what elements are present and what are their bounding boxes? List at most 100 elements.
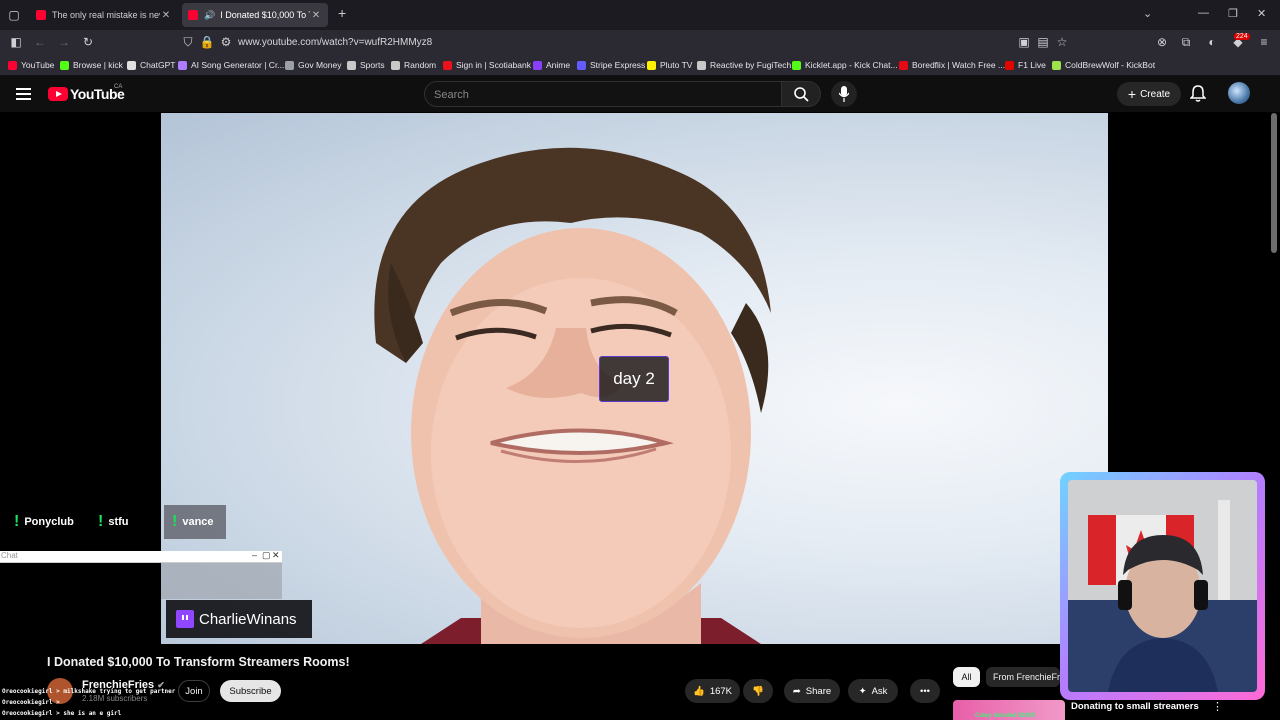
search-button[interactable]	[781, 81, 821, 107]
browser-tab-2[interactable]: 🔊 I Donated $10,000 To Transf ✕	[182, 3, 328, 27]
bookmark-item[interactable]: Gov Money	[285, 60, 341, 70]
hamburger-menu-icon[interactable]	[16, 87, 32, 101]
tab-title: I Donated $10,000 To Transf	[220, 10, 310, 20]
exclamation-icon: !	[98, 513, 104, 530]
permissions-icon[interactable]: ⚙	[218, 35, 234, 49]
account-avatar[interactable]	[1228, 82, 1250, 104]
bookmark-label: Sports	[360, 60, 385, 70]
tab-list-icon[interactable]: ▢	[6, 8, 22, 22]
minimize-icon[interactable]: –	[252, 550, 257, 560]
voice-search-button[interactable]	[831, 81, 857, 107]
new-tab-icon[interactable]: +	[338, 5, 346, 21]
filter-chip-from-channel[interactable]: From FrenchieFr	[986, 667, 1060, 687]
picture-in-picture-icon[interactable]: ▣	[1016, 35, 1032, 49]
back-icon[interactable]: ←	[32, 35, 48, 49]
menu-icon[interactable]: ≡	[1256, 35, 1272, 49]
chevron-down-icon[interactable]: ⌄	[1143, 7, 1152, 20]
browser-tab-1[interactable]: The only real mistake is never st ✕	[30, 3, 178, 27]
bookmark-item[interactable]: Boredflix | Watch Free ...	[899, 60, 1005, 70]
speaker-icon[interactable]: 🔊	[204, 10, 215, 21]
recommendation-title[interactable]: Donating to small streamers	[1071, 701, 1199, 712]
bookmark-label: Kicklet.app - Kick Chat...	[805, 60, 898, 70]
lock-icon[interactable]: 🔒	[199, 35, 215, 49]
extensions-icon[interactable]: ⧉	[1178, 35, 1194, 50]
sidebar-toggle-icon[interactable]: ◧	[8, 35, 24, 49]
bookmark-item[interactable]: Anime	[533, 60, 570, 70]
url-field[interactable]: www.youtube.com/watch?v=wufR2HMMyz8	[238, 37, 432, 48]
bookmark-favicon-icon	[285, 60, 294, 70]
video-player[interactable]: day 2 CharlieWinans	[161, 113, 1108, 644]
bookmark-favicon-icon	[347, 60, 356, 70]
close-icon[interactable]: ✕	[272, 550, 280, 561]
thumbs-down-icon: 👎	[752, 685, 764, 697]
chat-line: Oreocookiegirl >	[2, 699, 60, 706]
bookmark-item[interactable]: Stripe Express	[577, 60, 645, 70]
forward-icon[interactable]: →	[56, 35, 72, 49]
bookmark-item[interactable]: Random	[391, 60, 436, 70]
search-icon	[794, 87, 809, 102]
bookmark-item[interactable]: Reactive by FugiTech	[697, 60, 791, 70]
bookmark-item[interactable]: ChatGPT	[127, 60, 175, 70]
thumbnail-text: Cutey donated $1000	[975, 713, 1036, 719]
youtube-favicon-icon	[36, 10, 46, 20]
restore-icon[interactable]: ❐	[1228, 7, 1238, 20]
page-scrollbar[interactable]	[1271, 113, 1277, 253]
bookmark-item[interactable]: Pluto TV	[647, 60, 692, 70]
more-actions-button[interactable]: •••	[910, 679, 940, 703]
bookmark-item[interactable]: AI Song Generator | Cr...	[178, 60, 284, 70]
share-button[interactable]: ➦ Share	[784, 679, 840, 703]
youtube-logo-icon[interactable]	[48, 87, 68, 101]
create-button[interactable]: + Create	[1117, 82, 1181, 106]
bookmark-label: YouTube	[21, 60, 55, 70]
maximize-icon[interactable]: ▢	[262, 550, 271, 561]
filter-chip-all[interactable]: All	[953, 667, 980, 687]
twitch-name-tag: CharlieWinans	[166, 600, 312, 638]
chat-popout-titlebar[interactable]: Chat – ▢ ✕	[0, 550, 282, 563]
notifications-bell-icon[interactable]	[1190, 85, 1206, 103]
webcam-overlay	[1060, 472, 1265, 700]
bookmark-item[interactable]: F1 Live	[1005, 60, 1046, 70]
youtube-header: YouTube CA Search + Create	[0, 76, 1280, 112]
recommendation-thumbnail[interactable]: Cutey donated $1000	[953, 700, 1065, 720]
bookmark-star-icon[interactable]: ☆	[1054, 35, 1070, 49]
bookmark-label: ChatGPT	[140, 60, 176, 70]
bookmark-item[interactable]: Sign in | Scotiabank	[443, 60, 531, 70]
tab-close-icon[interactable]: ✕	[310, 10, 322, 21]
ask-button[interactable]: ✦ Ask	[848, 679, 898, 703]
bookmark-item[interactable]: ColdBrewWolf - KickBot	[1052, 60, 1155, 70]
shield-icon[interactable]: ⛉	[180, 35, 196, 50]
dislike-button[interactable]: 👎	[743, 679, 773, 703]
bookmark-label: Browse | kick	[73, 60, 123, 70]
bookmark-label: Stripe Express	[590, 60, 646, 70]
tab-close-icon[interactable]: ✕	[160, 10, 172, 21]
share-label: Share	[805, 685, 832, 697]
reload-icon[interactable]: ↻	[80, 35, 96, 49]
bookmark-favicon-icon	[443, 60, 452, 70]
extension-x-icon[interactable]: ⊗	[1154, 35, 1170, 49]
bookmark-item[interactable]: Kicklet.app - Kick Chat...	[792, 60, 898, 70]
bookmark-label: ColdBrewWolf - KickBot	[1065, 60, 1156, 70]
bookmark-label: AI Song Generator | Cr...	[191, 60, 285, 70]
subscribe-button[interactable]: Subscribe	[220, 680, 281, 702]
like-button[interactable]: 👍 167K	[685, 679, 740, 703]
minimize-icon[interactable]: —	[1198, 7, 1209, 19]
bookmark-favicon-icon	[899, 60, 908, 70]
bookmark-item[interactable]: YouTube	[8, 60, 54, 70]
twitch-username: CharlieWinans	[199, 610, 297, 628]
bookmark-item[interactable]: Browse | kick	[60, 60, 123, 70]
bookmark-favicon-icon	[792, 60, 801, 70]
bookmark-favicon-icon	[1052, 60, 1061, 70]
bookmark-favicon-icon	[577, 60, 586, 70]
join-button[interactable]: Join	[178, 680, 210, 702]
bookmark-label: F1 Live	[1018, 60, 1046, 70]
close-window-icon[interactable]: ✕	[1257, 7, 1266, 20]
chat-popout-body	[161, 563, 282, 599]
country-code: CA	[114, 84, 123, 90]
reader-view-icon[interactable]: ▤	[1035, 35, 1051, 49]
dark-mode-icon[interactable]: ◐	[1204, 35, 1220, 49]
more-vert-icon[interactable]: ⋮	[1212, 700, 1223, 713]
webcam-image	[1068, 480, 1257, 692]
sparkle-icon: ✦	[858, 685, 867, 697]
search-input[interactable]: Search	[424, 81, 782, 107]
bookmark-item[interactable]: Sports	[347, 60, 385, 70]
